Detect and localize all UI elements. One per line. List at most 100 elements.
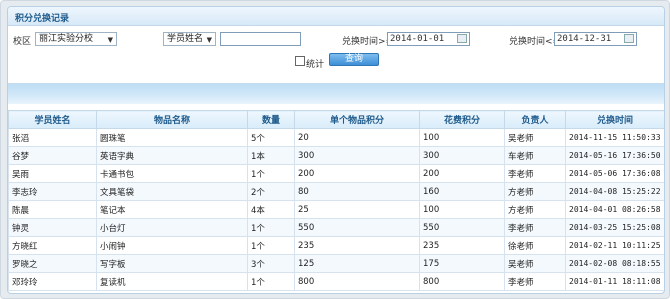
student-name-input[interactable]: [220, 32, 301, 46]
time-to-label: 兑换时间<=: [509, 37, 561, 47]
cell-unit-points: 550: [294, 218, 420, 237]
cell-teacher: 徐老师: [504, 236, 566, 255]
table-row[interactable]: 罗晓之 写字板 3个 125 175 吴老师 2014-02-08 08:18:…: [8, 254, 664, 273]
cell-cost-points: 300: [419, 146, 505, 165]
cell-cost-points: 100: [419, 128, 505, 147]
stats-checkbox[interactable]: [295, 56, 305, 66]
calendar-icon[interactable]: [457, 34, 467, 43]
toolbar-band: [8, 83, 664, 104]
student-field-value: 学员姓名: [167, 34, 204, 44]
student-field-select[interactable]: 学员姓名 ▼: [163, 32, 216, 46]
cell-item: 复读机: [96, 272, 248, 291]
table-row[interactable]: 方晓红 小闹钟 1个 235 235 徐老师 2014-02-11 10:11:…: [8, 236, 664, 255]
cell-student: 钟灵: [8, 218, 97, 237]
cell-item: 写字板: [96, 254, 248, 273]
campus-label: 校区: [13, 37, 32, 47]
cell-student: 谷梦: [8, 146, 97, 165]
exchange-records-panel: 积分兑换记录 校区 丽江实验分校 ▼ 学员姓名 ▼ 兑换时间>= 2014-01…: [7, 6, 665, 294]
cell-time: 2014-11-15 11:50:33: [565, 128, 664, 147]
cell-item: 圆珠笔: [96, 128, 248, 147]
cell-unit-points: 235: [294, 236, 420, 255]
column-header[interactable]: 学员姓名: [8, 110, 97, 129]
cell-quantity: 1个: [247, 164, 295, 183]
cell-time: 2014-05-16 17:36:50: [565, 146, 664, 165]
column-header[interactable]: 物品名称: [96, 110, 248, 129]
cell-student: 罗晓之: [8, 254, 97, 273]
time-from-value: 2014-01-01: [390, 34, 445, 44]
cell-teacher: 方老师: [504, 182, 566, 201]
cell-teacher: 李老师: [504, 272, 566, 291]
panel-titlebar: 积分兑换记录: [8, 7, 664, 26]
time-to-value: 2014-12-31: [557, 34, 612, 44]
cell-time: 2014-02-11 10:11:25: [565, 236, 664, 255]
cell-quantity: 4本: [247, 200, 295, 219]
cell-quantity: 1个: [247, 236, 295, 255]
cell-cost-points: 160: [419, 182, 505, 201]
cell-unit-points: 20: [294, 128, 420, 147]
panel-title: 积分兑换记录: [15, 14, 70, 24]
table-header-row: 学员姓名 物品名称 数量 单个物品积分 花费积分 负责人 兑换时间: [8, 110, 664, 129]
column-header[interactable]: 兑换时间: [565, 110, 664, 129]
cell-student: 张滔: [8, 128, 97, 147]
cell-cost-points: 800: [419, 272, 505, 291]
column-header[interactable]: 负责人: [504, 110, 566, 129]
time-to-input[interactable]: 2014-12-31: [554, 32, 637, 46]
cell-quantity: 3个: [247, 254, 295, 273]
column-header[interactable]: 花费积分: [419, 110, 505, 129]
query-button[interactable]: 查询: [329, 53, 379, 66]
column-header[interactable]: 数量: [247, 110, 295, 129]
cell-unit-points: 800: [294, 272, 420, 291]
table-row[interactable]: 钟灵 小台灯 1个 550 550 李老师 2014-03-25 15:25:0…: [8, 218, 664, 237]
filter-bar: 校区 丽江实验分校 ▼ 学员姓名 ▼ 兑换时间>= 2014-01-01 兑换时…: [8, 27, 664, 71]
cell-cost-points: 100: [419, 200, 505, 219]
cell-teacher: 车老师: [504, 146, 566, 165]
cell-item: 卡通书包: [96, 164, 248, 183]
cell-item: 小闹钟: [96, 236, 248, 255]
table-row[interactable]: 吴雨 卡通书包 1个 200 200 李老师 2014-05-06 17:36:…: [8, 164, 664, 183]
cell-time: 2014-02-08 08:18:55: [565, 254, 664, 273]
cell-unit-points: 300: [294, 146, 420, 165]
cell-teacher: 李老师: [504, 218, 566, 237]
table-row[interactable]: 李志玲 文具笔袋 2个 80 160 方老师 2014-04-08 15:25:…: [8, 182, 664, 201]
cell-quantity: 1本: [247, 146, 295, 165]
cell-quantity: 5个: [247, 128, 295, 147]
cell-item: 小台灯: [96, 218, 248, 237]
cell-teacher: 李老师: [504, 164, 566, 183]
cell-cost-points: 200: [419, 164, 505, 183]
records-table: 学员姓名 物品名称 数量 单个物品积分 花费积分 负责人 兑换时间 张滔 圆珠笔…: [8, 110, 664, 291]
table-row[interactable]: 陈晨 笔记本 4本 25 100 方老师 2014-04-01 08:26:58: [8, 200, 664, 219]
table-row[interactable]: 张滔 圆珠笔 5个 20 100 吴老师 2014-11-15 11:50:33: [8, 128, 664, 147]
cell-student: 方晓红: [8, 236, 97, 255]
chevron-down-icon: ▼: [206, 36, 212, 44]
time-from-label: 兑换时间>=: [342, 37, 394, 47]
cell-time: 2014-04-08 15:25:22: [565, 182, 664, 201]
cell-unit-points: 25: [294, 200, 420, 219]
cell-item: 英语字典: [96, 146, 248, 165]
cell-student: 吴雨: [8, 164, 97, 183]
cell-cost-points: 550: [419, 218, 505, 237]
cell-time: 2014-03-25 15:25:08: [565, 218, 664, 237]
cell-time: 2014-01-11 18:11:08: [565, 272, 664, 291]
table-row[interactable]: 谷梦 英语字典 1本 300 300 车老师 2014-05-16 17:36:…: [8, 146, 664, 165]
cell-student: 李志玲: [8, 182, 97, 201]
campus-select-value: 丽江实验分校: [39, 34, 94, 44]
cell-quantity: 1个: [247, 272, 295, 291]
stats-label: 统计: [306, 60, 325, 70]
calendar-icon[interactable]: [624, 34, 634, 43]
cell-cost-points: 175: [419, 254, 505, 273]
cell-time: 2014-04-01 08:26:58: [565, 200, 664, 219]
chevron-down-icon: ▼: [107, 36, 113, 44]
cell-unit-points: 80: [294, 182, 420, 201]
cell-unit-points: 200: [294, 164, 420, 183]
time-from-input[interactable]: 2014-01-01: [387, 32, 470, 46]
column-header[interactable]: 单个物品积分: [294, 110, 420, 129]
cell-student: 邓玲玲: [8, 272, 97, 291]
campus-select[interactable]: 丽江实验分校 ▼: [35, 32, 117, 46]
table-row[interactable]: 邓玲玲 复读机 1个 800 800 李老师 2014-01-11 18:11:…: [8, 272, 664, 291]
cell-quantity: 1个: [247, 218, 295, 237]
cell-teacher: 吴老师: [504, 254, 566, 273]
cell-cost-points: 235: [419, 236, 505, 255]
cell-unit-points: 125: [294, 254, 420, 273]
cell-item: 文具笔袋: [96, 182, 248, 201]
cell-student: 陈晨: [8, 200, 97, 219]
